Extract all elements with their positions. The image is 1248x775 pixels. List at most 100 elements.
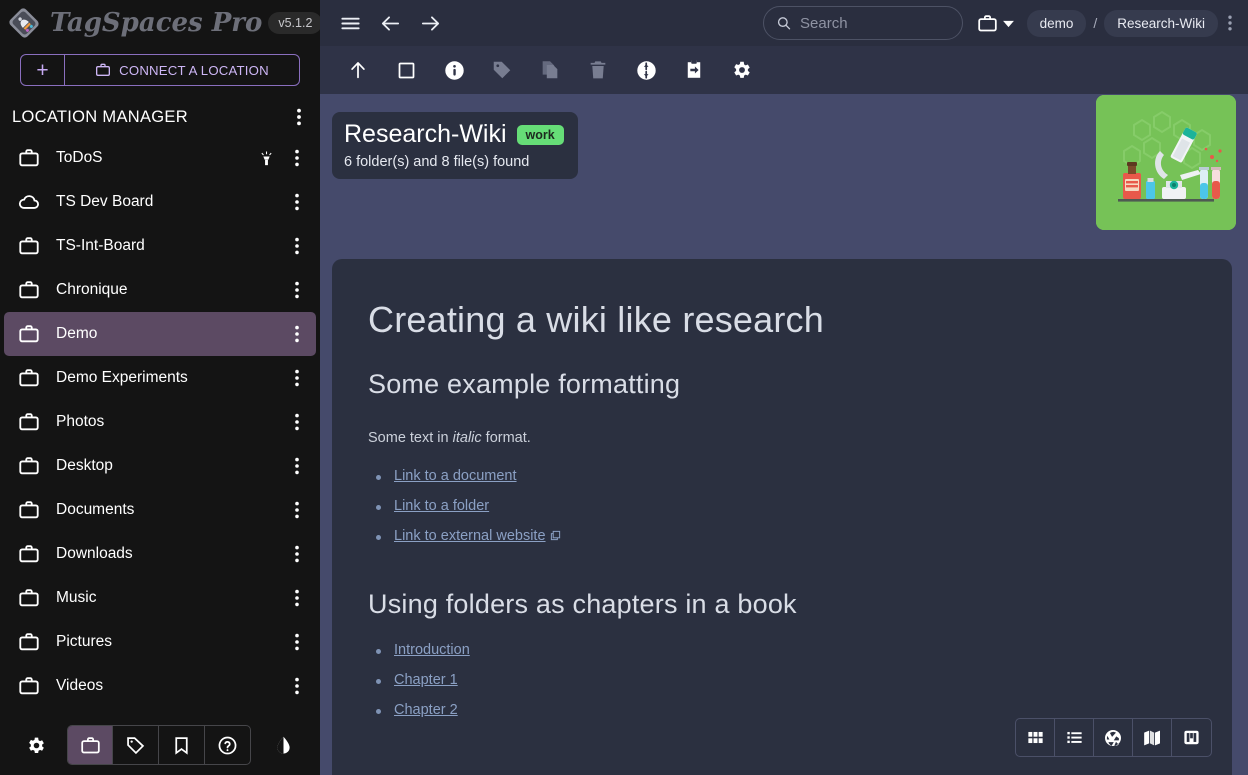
brand-row: TagSpaces Pro v5.1.2: [0, 0, 320, 46]
navigate-parent-directory-button[interactable]: [334, 48, 382, 92]
folder-settings-button[interactable]: [718, 48, 766, 92]
location-manager-menu-icon[interactable]: [284, 102, 314, 132]
briefcase-icon: [18, 675, 44, 697]
plus-icon[interactable]: +: [21, 55, 65, 85]
list-item: Chapter 1: [372, 672, 1202, 688]
location-item-menu-button[interactable]: [282, 275, 312, 305]
select-all-button[interactable]: [382, 48, 430, 92]
sidebar-item-photos[interactable]: Photos: [4, 400, 316, 444]
file-properties-button[interactable]: [430, 48, 478, 92]
briefcase-icon: [18, 147, 44, 169]
help-button[interactable]: [205, 726, 251, 764]
location-item-menu-button[interactable]: [282, 231, 312, 261]
more-vertical-icon: [295, 325, 299, 343]
settings-button[interactable]: [18, 726, 55, 764]
briefcase-icon: [18, 323, 44, 345]
sidebar-footer: [0, 715, 320, 775]
mapique-view-button[interactable]: [1133, 719, 1172, 756]
list-item: Link to a document: [372, 468, 1202, 484]
sort-files-button[interactable]: [622, 48, 670, 92]
document-link[interactable]: Introduction: [394, 642, 470, 658]
sidebar-item-documents[interactable]: Documents: [4, 488, 316, 532]
location-item-menu-button[interactable]: [282, 539, 312, 569]
gear-icon: [731, 59, 753, 81]
document-link[interactable]: Chapter 1: [394, 672, 458, 688]
more-vertical-icon: [295, 369, 299, 387]
document-preview-panel: Creating a wiki like research Some examp…: [332, 259, 1232, 775]
grid-icon: [1026, 728, 1045, 747]
export-clipboard-icon: [683, 59, 705, 81]
location-item-label: Documents: [56, 501, 134, 519]
paragraph-italic-word: italic: [453, 430, 482, 446]
delete-files-button[interactable]: [574, 48, 622, 92]
location-item-menu-button[interactable]: [282, 143, 312, 173]
connect-location-label-wrap[interactable]: CONNECT A LOCATION: [65, 55, 299, 85]
briefcase-icon: [18, 367, 40, 389]
main-area: demo / Research-Wiki: [320, 0, 1248, 775]
briefcase-icon: [18, 411, 40, 433]
list-item: Introduction: [372, 642, 1202, 658]
document-heading-1: Creating a wiki like research: [368, 299, 1202, 341]
hamburger-menu-button[interactable]: [330, 3, 370, 43]
export-files-button[interactable]: [670, 48, 718, 92]
location-item-menu-button[interactable]: [282, 583, 312, 613]
chevron-down-icon: [1002, 17, 1015, 30]
sidebar-item-chronique[interactable]: Chronique: [4, 268, 316, 312]
toggle-theme-button[interactable]: [265, 726, 302, 764]
location-item-menu-button[interactable]: [282, 671, 312, 701]
list-item: Chapter 2: [372, 702, 1202, 718]
search-icon: [776, 14, 791, 32]
location-item-menu-button[interactable]: [282, 407, 312, 437]
gallery-view-button[interactable]: [1094, 719, 1133, 756]
document-link[interactable]: Link to a folder: [394, 498, 489, 514]
folder-thumbnail[interactable]: [1096, 95, 1236, 230]
info-circle-icon: [443, 59, 466, 82]
sidebar-tab-bookmarks[interactable]: [159, 726, 205, 764]
document-link[interactable]: Link to external website: [394, 528, 546, 544]
location-item-menu-button[interactable]: [282, 495, 312, 525]
sidebar-nav-group: [67, 725, 251, 765]
sidebar-item-pictures[interactable]: Pictures: [4, 620, 316, 664]
sidebar-item-ts-dev-board[interactable]: TS Dev Board: [4, 180, 316, 224]
location-item-menu-button[interactable]: [282, 187, 312, 217]
copy-move-button[interactable]: [526, 48, 574, 92]
location-item-label: Demo: [56, 325, 97, 343]
sidebar-item-demo-experiments[interactable]: Demo Experiments: [4, 356, 316, 400]
sidebar-tab-tags[interactable]: [113, 726, 159, 764]
sidebar-item-desktop[interactable]: Desktop: [4, 444, 316, 488]
cloud-icon: [18, 191, 40, 213]
document-heading-2-chapters: Using folders as chapters in a book: [368, 589, 1202, 620]
location-item-menu-button[interactable]: [282, 319, 312, 349]
breadcrumb-item-demo[interactable]: demo: [1027, 10, 1087, 37]
navigate-back-button[interactable]: [370, 3, 410, 43]
navigate-forward-button[interactable]: [410, 3, 450, 43]
add-tags-button[interactable]: [478, 48, 526, 92]
sidebar-item-videos[interactable]: Videos: [4, 664, 316, 708]
location-item-menu-button[interactable]: [282, 363, 312, 393]
breadcrumb-menu-button[interactable]: [1220, 15, 1240, 31]
sidebar-item-downloads[interactable]: Downloads: [4, 532, 316, 576]
document-link[interactable]: Link to a document: [394, 468, 517, 484]
paragraph-text-after: format.: [482, 430, 531, 446]
sidebar-item-ts-int-board[interactable]: TS-Int-Board: [4, 224, 316, 268]
more-vertical-icon: [295, 545, 299, 563]
location-item-label: TS-Int-Board: [56, 237, 145, 255]
kanban-view-button[interactable]: [1172, 719, 1211, 756]
sidebar-item-todos[interactable]: ToDoS: [4, 136, 316, 180]
breadcrumb-item-research-wiki[interactable]: Research-Wiki: [1104, 10, 1218, 37]
briefcase-icon: [18, 235, 44, 257]
grid-view-button[interactable]: [1016, 719, 1055, 756]
location-item-menu-button[interactable]: [282, 627, 312, 657]
sidebar-item-demo[interactable]: Demo: [4, 312, 316, 356]
location-list: ToDoSTS Dev Board TS-Int-Board Chronique De…: [0, 134, 320, 715]
sidebar-item-music[interactable]: Music: [4, 576, 316, 620]
location-item-menu-button[interactable]: [282, 451, 312, 481]
list-view-button[interactable]: [1055, 719, 1094, 756]
connect-location-button[interactable]: + CONNECT A LOCATION: [20, 54, 300, 86]
search-input[interactable]: [800, 15, 950, 32]
document-link[interactable]: Chapter 2: [394, 702, 458, 718]
folder-tag-badge[interactable]: work: [517, 125, 564, 145]
location-chooser-button[interactable]: [977, 13, 1015, 34]
search-box[interactable]: [763, 6, 963, 40]
sidebar-tab-locations[interactable]: [68, 726, 114, 764]
